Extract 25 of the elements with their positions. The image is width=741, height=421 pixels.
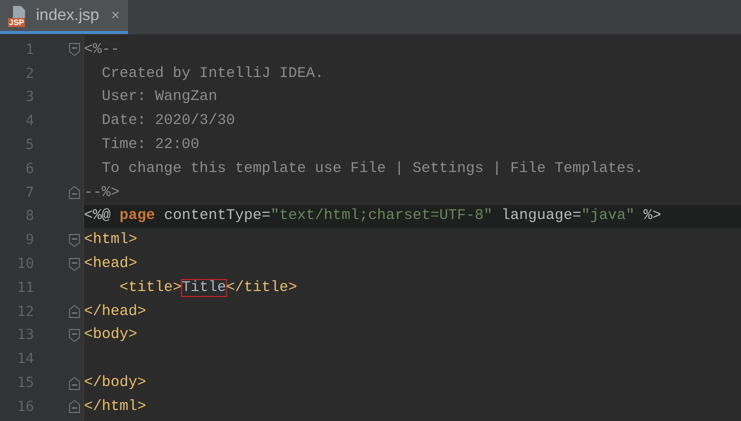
- code-line: <title>Title</title>: [118, 278, 298, 298]
- code-line: --%>: [84, 184, 121, 203]
- close-icon[interactable]: ×: [111, 7, 120, 24]
- fold-collapse-icon[interactable]: [68, 234, 80, 247]
- code-line: User: WangZan: [100, 88, 218, 108]
- file-tab[interactable]: JSP index.jsp ×: [0, 0, 128, 34]
- code-line: </body>: [84, 374, 148, 394]
- code-line: Created by IntelliJ IDEA.: [100, 64, 325, 84]
- code-line: <%@ page contentType="text/html;charset=UTF-8" language="java" %>: [84, 207, 662, 226]
- fold-collapse-icon[interactable]: [68, 258, 80, 271]
- fold-collapse-icon[interactable]: [68, 43, 80, 56]
- code-line: <%--: [84, 40, 121, 60]
- code-line: To change this template use File | Settings | File Templates.: [100, 160, 644, 179]
- fold-end-icon[interactable]: [68, 186, 80, 200]
- code-line: <html>: [84, 231, 138, 250]
- code-line: </html>: [84, 398, 148, 417]
- code-line: </head>: [84, 302, 148, 322]
- fold-end-icon[interactable]: [68, 376, 80, 390]
- code-line: <head>: [84, 255, 138, 274]
- fold-end-icon[interactable]: [68, 400, 80, 414]
- fold-end-icon[interactable]: [68, 305, 80, 318]
- fold-collapse-icon[interactable]: [68, 328, 80, 342]
- code-line: Time: 22:00: [100, 136, 200, 156]
- code-line: Date: 2020/3/30: [100, 112, 236, 132]
- code-line: <body>: [84, 326, 138, 346]
